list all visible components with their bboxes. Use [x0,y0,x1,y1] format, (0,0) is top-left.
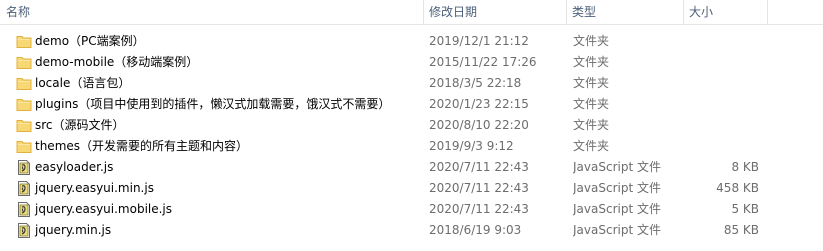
js-file-icon [16,181,32,196]
file-type: 文件夹 [573,139,610,153]
file-size [690,73,759,94]
folder-icon [16,118,32,133]
file-name: jquery.easyui.min.js [35,181,154,195]
file-name-cell[interactable]: jquery.easyui.mobile.js [16,199,416,220]
file-list: demo（PC端案例） 2019/12/1 21:12 文件夹 demo-mobile… [0,31,823,241]
file-row[interactable]: jquery.min.js 2018/6/19 9:03 JavaScript 文件… [0,220,823,241]
folder-icon [16,55,32,70]
file-type: JavaScript 文件 [573,160,661,174]
folder-icon [16,34,32,49]
file-name: jquery.easyui.mobile.js [35,202,173,216]
file-size: 5 KB [731,202,759,216]
file-size [690,94,759,115]
file-name: demo-mobile（移动端案例） [35,55,199,69]
file-modified-date: 2019/12/1 21:12 [429,34,529,48]
file-name-cell[interactable]: src（源码文件） [16,115,416,136]
file-modified-date: 2020/1/23 22:15 [429,97,529,111]
file-type: 文件夹 [573,76,610,90]
file-modified-date: 2018/6/19 9:03 [429,223,522,237]
file-size [690,52,759,73]
file-row[interactable]: locale（语言包） 2018/3/5 22:18 文件夹 [0,73,823,94]
column-header: ^ 名称 修改日期 类型 大小 [0,0,823,25]
file-size [690,31,759,52]
file-name: themes（开发需要的所有主题和内容） [35,139,249,153]
file-size: 8 KB [731,160,759,174]
column-header-size[interactable]: 大小 [683,0,767,24]
file-name-cell[interactable]: demo（PC端案例） [16,31,416,52]
file-name-cell[interactable]: demo-mobile（移动端案例） [16,52,416,73]
file-modified-date: 2020/7/11 22:43 [429,202,529,216]
file-type: 文件夹 [573,34,610,48]
file-row[interactable]: jquery.easyui.mobile.js 2020/7/11 22:43 Ja… [0,199,823,220]
column-divider[interactable] [767,0,768,24]
file-row[interactable]: demo-mobile（移动端案例） 2015/11/22 17:26 文件夹 [0,52,823,73]
file-size: 458 KB [716,181,759,195]
file-explorer: ^ 名称 修改日期 类型 大小 demo（PC端案例） 2019/12/1 21:… [0,0,823,251]
file-name-cell[interactable]: jquery.min.js [16,220,416,241]
file-size [690,115,759,136]
file-modified-date: 2015/11/22 17:26 [429,55,537,69]
column-header-date[interactable]: 修改日期 [423,0,566,24]
file-row[interactable]: jquery.easyui.min.js 2020/7/11 22:43 JavaS… [0,178,823,199]
file-modified-date: 2020/7/11 22:43 [429,160,529,174]
js-file-icon [16,202,32,217]
column-header-type[interactable]: 类型 [566,0,683,24]
file-name: demo（PC端案例） [35,34,145,48]
column-header-name[interactable]: 名称 [0,0,423,24]
file-name: jquery.min.js [35,223,112,237]
js-file-icon [16,160,32,175]
file-row[interactable]: themes（开发需要的所有主题和内容） 2019/9/3 9:12 文件夹 [0,136,823,157]
file-name: easyloader.js [35,160,114,174]
file-modified-date: 2018/3/5 22:18 [429,76,522,90]
folder-icon [16,97,32,112]
file-row[interactable]: easyloader.js 2020/7/11 22:43 JavaScript 文… [0,157,823,178]
file-name-cell[interactable]: locale（语言包） [16,73,416,94]
file-type: 文件夹 [573,97,610,111]
folder-icon [16,139,32,154]
file-row[interactable]: demo（PC端案例） 2019/12/1 21:12 文件夹 [0,31,823,52]
file-modified-date: 2020/7/11 22:43 [429,181,529,195]
file-row[interactable]: src（源码文件） 2020/8/10 22:20 文件夹 [0,115,823,136]
file-row[interactable]: plugins（项目中使用到的插件，懒汉式加载需要，饿汉式不需要） 2020/1/… [0,94,823,115]
file-type: 文件夹 [573,55,610,69]
file-type: JavaScript 文件 [573,223,661,237]
file-name: plugins（项目中使用到的插件，懒汉式加载需要，饿汉式不需要） [35,97,391,111]
file-name-cell[interactable]: themes（开发需要的所有主题和内容） [16,136,416,157]
file-name-cell[interactable]: jquery.easyui.min.js [16,178,416,199]
file-name: src（源码文件） [35,118,125,132]
js-file-icon [16,223,32,238]
file-modified-date: 2019/9/3 9:12 [429,139,514,153]
file-type: 文件夹 [573,118,610,132]
file-modified-date: 2020/8/10 22:20 [429,118,529,132]
file-size: 85 KB [723,223,759,237]
file-type: JavaScript 文件 [573,202,661,216]
folder-icon [16,76,32,91]
file-name: locale（语言包） [35,76,131,90]
file-name-cell[interactable]: plugins（项目中使用到的插件，懒汉式加载需要，饿汉式不需要） [16,94,416,115]
file-name-cell[interactable]: easyloader.js [16,157,416,178]
file-size [690,136,759,157]
file-type: JavaScript 文件 [573,181,661,195]
